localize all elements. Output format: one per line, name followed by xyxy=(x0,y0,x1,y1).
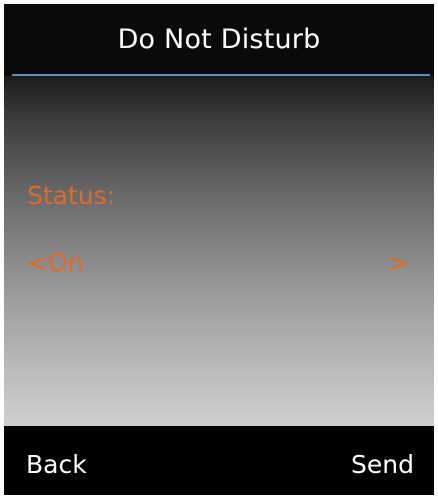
screen-title: Do Not Disturb xyxy=(117,24,321,55)
status-selector[interactable]: <On > xyxy=(27,248,409,284)
status-value[interactable]: <On xyxy=(27,248,83,277)
softkey-bar: Back Send xyxy=(4,426,434,495)
settings-panel: Status: <On > xyxy=(4,76,434,426)
title-bar: Do Not Disturb xyxy=(4,4,434,76)
send-softkey[interactable]: Send xyxy=(351,450,414,479)
back-softkey[interactable]: Back xyxy=(26,450,87,479)
next-option-arrow-icon[interactable]: > xyxy=(388,248,409,277)
status-label: Status: xyxy=(27,181,116,210)
phone-screen: Do Not Disturb Status: <On > Back Send xyxy=(4,4,434,495)
